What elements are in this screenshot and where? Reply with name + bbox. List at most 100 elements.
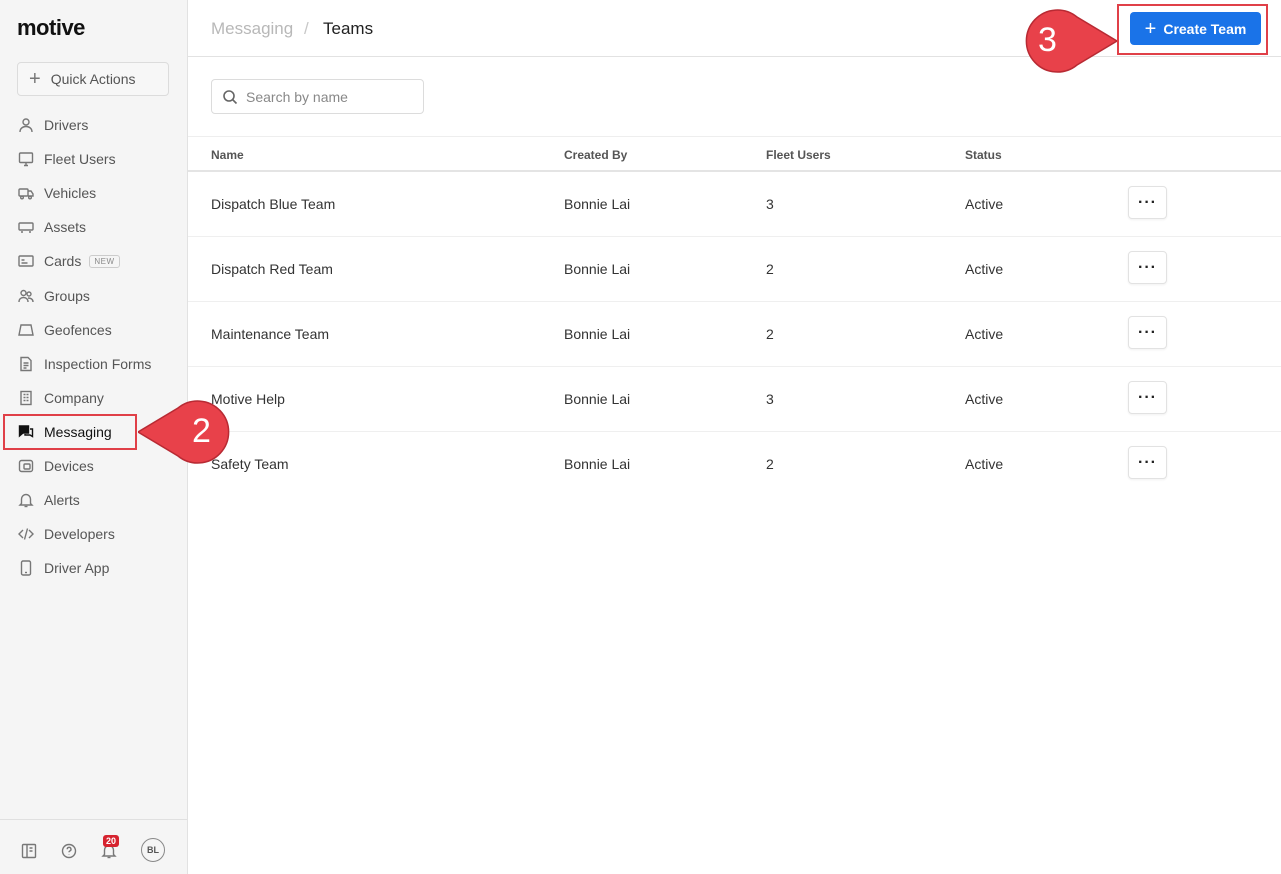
sidebar-item-label: Vehicles <box>44 185 97 202</box>
status: Active <box>965 391 1004 407</box>
help-center-icon[interactable] <box>20 842 38 860</box>
sidebar-item-label: Driver App <box>44 560 110 577</box>
table-row[interactable]: Safety Team Bonnie Lai 2 Active ··· <box>188 432 1281 497</box>
fleet-users-count: 3 <box>766 196 774 212</box>
table-row[interactable]: Motive Help Bonnie Lai 3 Active ··· <box>188 367 1281 432</box>
teams-table: Name Created By Fleet Users Status Dispa… <box>188 136 1281 497</box>
bell-icon <box>18 492 34 508</box>
sidebar-item-developers[interactable]: Developers <box>0 517 188 551</box>
column-header-status[interactable]: Status <box>965 148 1002 162</box>
created-by: Bonnie Lai <box>564 391 631 407</box>
row-actions-button[interactable]: ··· <box>1128 186 1167 219</box>
sidebar-item-inspection-forms[interactable]: Inspection Forms <box>0 347 188 381</box>
person-icon <box>18 117 34 133</box>
group-icon <box>18 288 34 304</box>
sidebar-item-vehicles[interactable]: Vehicles <box>0 176 188 210</box>
building-icon <box>18 390 34 406</box>
callout-marker-shape <box>1025 9 1117 73</box>
create-team-button[interactable]: + Create Team <box>1130 12 1261 45</box>
column-header-fleet-users[interactable]: Fleet Users <box>766 148 831 162</box>
status: Active <box>965 261 1004 277</box>
sidebar-item-label: Inspection Forms <box>44 355 152 372</box>
code-icon <box>18 526 34 542</box>
fleet-users-count: 2 <box>766 456 774 472</box>
sidebar-item-label: Geofences <box>44 321 112 338</box>
sidebar-item-label: Groups <box>44 287 90 304</box>
quick-actions-label: Quick Actions <box>50 71 136 87</box>
more-dots-icon: ··· <box>1138 258 1157 276</box>
sidebar-item-fleet-users[interactable]: Fleet Users <box>0 142 188 176</box>
device-icon <box>18 458 34 474</box>
sidebar-item-alerts[interactable]: Alerts <box>0 483 188 517</box>
column-header-name[interactable]: Name <box>211 148 244 162</box>
sidebar-footer: 20 BL <box>0 819 187 874</box>
document-icon <box>18 356 34 372</box>
user-avatar[interactable]: BL <box>141 838 165 862</box>
sidebar-nav: Drivers Fleet Users Vehicles Assets Card… <box>0 108 188 585</box>
step-3-callout: 3 <box>1005 9 1117 75</box>
created-by: Bonnie Lai <box>564 456 631 472</box>
row-actions-button[interactable]: ··· <box>1128 446 1167 479</box>
create-team-label: Create Team <box>1163 20 1247 37</box>
page-header: Messaging / Teams + Create Team <box>188 0 1281 57</box>
fleet-users-count: 2 <box>766 261 774 277</box>
more-dots-icon: ··· <box>1138 388 1157 406</box>
sidebar-item-assets[interactable]: Assets <box>0 210 188 244</box>
monitor-icon <box>18 151 34 167</box>
notifications-count-badge: 20 <box>103 835 120 847</box>
search-icon <box>223 89 238 104</box>
more-dots-icon: ··· <box>1138 323 1157 341</box>
truck-icon <box>18 185 34 201</box>
status: Active <box>965 196 1004 212</box>
column-header-created-by[interactable]: Created By <box>564 148 627 162</box>
search-input[interactable]: Search by name <box>211 79 424 114</box>
trailer-icon <box>18 219 34 235</box>
sidebar-item-label: Company <box>44 389 104 406</box>
step-2-callout: 2 <box>138 400 250 466</box>
sidebar-item-driver-app[interactable]: Driver App <box>0 551 188 585</box>
row-actions-button[interactable]: ··· <box>1128 251 1167 284</box>
quick-actions-button[interactable]: + Quick Actions <box>17 62 169 96</box>
breadcrumb-separator: / <box>304 19 309 38</box>
step-2-number: 2 <box>192 412 211 450</box>
help-icon[interactable] <box>60 842 78 860</box>
geofence-icon <box>18 322 34 338</box>
table-header: Name Created By Fleet Users Status <box>188 136 1281 172</box>
plus-icon: + <box>1144 17 1157 40</box>
motive-logo[interactable]: motive <box>17 15 85 41</box>
sidebar-item-label: Developers <box>44 526 115 543</box>
phone-icon <box>18 560 34 576</box>
team-name[interactable]: Dispatch Blue Team <box>211 196 335 212</box>
sidebar-item-drivers[interactable]: Drivers <box>0 108 188 142</box>
search-placeholder: Search by name <box>246 88 348 105</box>
table-row[interactable]: Dispatch Blue Team Bonnie Lai 3 Active ·… <box>188 172 1281 237</box>
more-dots-icon: ··· <box>1138 193 1157 211</box>
step-3-number: 3 <box>1038 21 1057 59</box>
sidebar-item-groups[interactable]: Groups <box>0 278 188 312</box>
sidebar-item-label: Devices <box>44 457 94 474</box>
status: Active <box>965 326 1004 342</box>
sidebar-item-label: Cards <box>44 253 82 270</box>
table-row[interactable]: Dispatch Red Team Bonnie Lai 2 Active ··… <box>188 237 1281 302</box>
card-icon <box>18 253 34 269</box>
table-row[interactable]: Maintenance Team Bonnie Lai 2 Active ··· <box>188 302 1281 367</box>
page-title: Teams <box>323 19 374 38</box>
sidebar-item-label: Fleet Users <box>44 151 116 168</box>
sidebar-item-geofences[interactable]: Geofences <box>0 313 188 347</box>
created-by: Bonnie Lai <box>564 261 631 277</box>
team-name[interactable]: Maintenance Team <box>211 326 329 342</box>
row-actions-button[interactable]: ··· <box>1128 316 1167 349</box>
team-name[interactable]: Dispatch Red Team <box>211 261 333 277</box>
sidebar-item-cards[interactable]: Cards NEW <box>0 244 188 278</box>
row-actions-button[interactable]: ··· <box>1128 381 1167 414</box>
plus-icon: + <box>29 68 41 90</box>
created-by: Bonnie Lai <box>564 326 631 342</box>
breadcrumb-messaging[interactable]: Messaging <box>211 19 293 39</box>
status: Active <box>965 456 1004 472</box>
sidebar-item-label: Drivers <box>44 117 89 134</box>
fleet-users-count: 3 <box>766 391 774 407</box>
new-badge: NEW <box>89 254 120 268</box>
created-by: Bonnie Lai <box>564 196 631 212</box>
sidebar-item-label: Alerts <box>44 492 80 509</box>
fleet-users-count: 2 <box>766 326 774 342</box>
